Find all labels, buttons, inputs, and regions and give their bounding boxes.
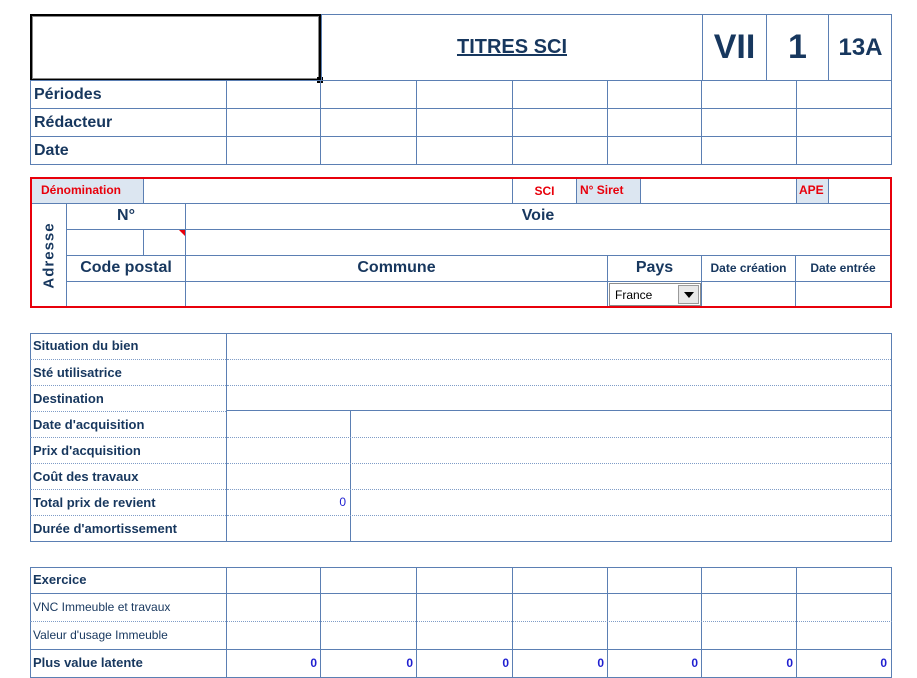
- voie-input[interactable]: [186, 229, 890, 255]
- plus-value-cell: 0: [786, 656, 793, 670]
- code2: 1: [788, 28, 807, 66]
- plus-value-cell: 0: [880, 656, 887, 670]
- plus-value-cell: 0: [406, 656, 413, 670]
- title-cell: TITRES SCI: [321, 14, 702, 81]
- ape-input[interactable]: [828, 179, 890, 203]
- bien-row-label: Total prix de revient: [30, 489, 226, 515]
- col-line: [320, 81, 321, 165]
- bien-row-label: Situation du bien: [33, 338, 139, 353]
- code1-cell: VII: [702, 14, 766, 81]
- code2-cell: 1: [766, 14, 828, 81]
- pays-value: France: [615, 288, 653, 302]
- voie-header: Voie: [186, 203, 890, 229]
- bien-row-label: Date d'acquisition: [30, 411, 226, 437]
- row-line: [227, 136, 892, 137]
- pays-header: Pays: [608, 255, 702, 281]
- col-line: [512, 81, 513, 165]
- total-prix-value: 0: [339, 495, 346, 509]
- bien-row-label: Sté utilisatrice: [30, 359, 226, 385]
- code-postal-header: Code postal: [67, 255, 186, 281]
- code3-cell: 13A: [828, 14, 892, 81]
- col-line: [701, 81, 702, 165]
- sci-cell: SCI: [512, 179, 576, 203]
- redacteur-label: Rédacteur: [30, 108, 227, 136]
- row-line: [227, 80, 892, 81]
- plus-value-cell: 0: [691, 656, 698, 670]
- plus-value-cell: 0: [597, 656, 604, 670]
- siret-label-cell: N° Siret: [576, 179, 640, 203]
- col-line: [796, 81, 797, 165]
- bien-row-label: Coût des travaux: [30, 463, 226, 489]
- prix-acquisition-input[interactable]: [227, 438, 350, 463]
- col-line: [226, 81, 227, 165]
- denomination-label-cell: Dénomination: [32, 179, 144, 203]
- adresse-cell: Adresse: [32, 203, 67, 306]
- ste-utilisatrice-input[interactable]: [227, 360, 891, 385]
- plus-value-cell: 0: [310, 656, 317, 670]
- selected-cell[interactable]: [30, 14, 321, 81]
- bien-row-label: Destination: [30, 385, 226, 411]
- pays-dropdown-button[interactable]: [678, 285, 699, 304]
- numero-header: N°: [67, 203, 186, 229]
- commune-input[interactable]: [186, 281, 608, 306]
- denomination-label: Dénomination: [41, 183, 121, 197]
- bien-row-label: Prix d'acquisition: [30, 437, 226, 463]
- date-creation-header: Date création: [702, 255, 796, 281]
- pays-select[interactable]: France: [609, 283, 701, 306]
- date-entree-header: Date entrée: [796, 255, 890, 281]
- ape-label: APE: [799, 183, 824, 197]
- date-label: Date: [30, 136, 227, 164]
- col-line: [607, 81, 608, 165]
- destination-input[interactable]: [227, 386, 891, 410]
- ape-label-cell: APE: [796, 179, 828, 203]
- denomination-input[interactable]: [145, 179, 512, 203]
- date-entree-input[interactable]: [796, 281, 890, 306]
- duree-amortissement-input[interactable]: [227, 516, 350, 541]
- date-acquisition-input[interactable]: [227, 411, 350, 437]
- siret-input[interactable]: [640, 179, 796, 203]
- sci-label: SCI: [534, 184, 555, 198]
- plus-value-label: Plus value latente: [33, 655, 143, 670]
- date-creation-input[interactable]: [702, 281, 796, 306]
- cout-travaux-input[interactable]: [227, 464, 350, 489]
- col-line: [416, 81, 417, 165]
- code3: 13A: [838, 33, 883, 61]
- page-title: TITRES SCI: [456, 36, 567, 58]
- vnc-label: VNC Immeuble et travaux: [33, 600, 171, 614]
- row-line: [227, 108, 892, 109]
- siret-label: N° Siret: [580, 183, 624, 197]
- bien-row-label: Durée d'amortissement: [30, 515, 226, 541]
- triangle-down-icon: [684, 292, 694, 298]
- col-line: [350, 410, 351, 542]
- situation-input[interactable]: [227, 334, 891, 359]
- commune-header: Commune: [186, 255, 608, 281]
- periodes-label: Périodes: [30, 80, 227, 108]
- valeur-usage-label: Valeur d'usage Immeuble: [33, 628, 168, 642]
- exercice-label: Exercice: [33, 572, 87, 587]
- numero-suffix-input[interactable]: [144, 229, 186, 255]
- numero-input[interactable]: [67, 229, 144, 255]
- code1: VII: [713, 28, 756, 66]
- code-postal-input[interactable]: [67, 281, 186, 306]
- plus-value-cell: 0: [502, 656, 509, 670]
- adresse-label: Adresse: [40, 221, 58, 289]
- comment-indicator: [179, 230, 185, 236]
